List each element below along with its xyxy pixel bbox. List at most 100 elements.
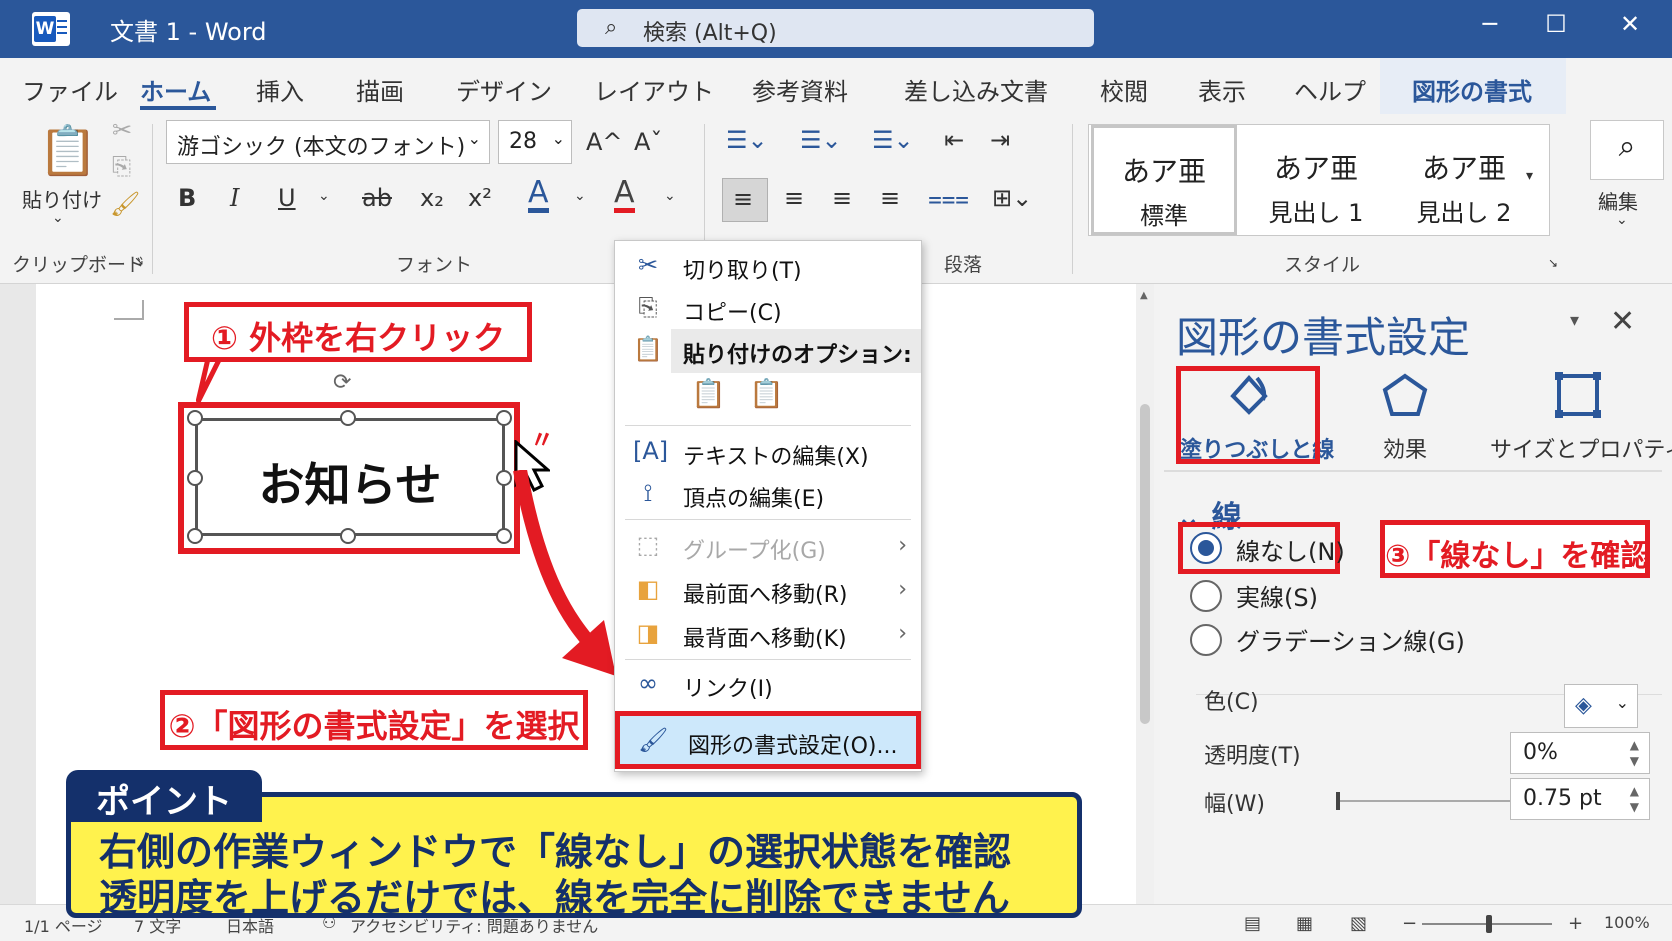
zoom-out-icon[interactable]: − <box>1402 913 1417 934</box>
gradient-line-radio[interactable] <box>1190 624 1222 656</box>
font-color-button[interactable]: A <box>614 178 635 213</box>
numbering-icon[interactable]: ☰⌄ <box>800 126 842 154</box>
underline-button[interactable]: U <box>278 184 296 212</box>
tab-view[interactable]: 表示 <box>1198 72 1246 107</box>
cut-icon[interactable]: ✂ <box>112 116 132 144</box>
solid-line-label[interactable]: 実線(S) <box>1236 578 1318 613</box>
tab-mailings[interactable]: 差し込み文書 <box>904 72 1048 107</box>
strikethrough-button[interactable]: ab <box>362 184 392 212</box>
resize-handle[interactable] <box>496 410 512 426</box>
solid-line-radio[interactable] <box>1190 580 1222 612</box>
paste-picture-icon[interactable]: 📋 <box>749 377 784 410</box>
search-box[interactable]: ⌕ 検索 (Alt+Q) <box>577 9 1094 47</box>
decrease-indent-icon[interactable]: ⇤ <box>944 126 964 154</box>
editing-label[interactable]: 編集 <box>1598 186 1638 215</box>
line-color-button[interactable]: ◈ ⌄ <box>1564 684 1638 728</box>
menu-item-bring-front[interactable]: ◧ 最前面へ移動(R) › <box>615 569 921 613</box>
menu-item-edit-text[interactable]: [A] テキストの編集(X) <box>615 431 921 475</box>
align-left-button[interactable]: ≡ <box>722 178 768 222</box>
font-name-combo[interactable]: 游ゴシック (本文のフォント) ⌄ <box>166 120 490 164</box>
tab-review[interactable]: 校閲 <box>1100 72 1148 107</box>
scrollbar-thumb[interactable] <box>1140 404 1150 724</box>
rotate-handle-icon[interactable]: ⟳ <box>333 370 351 395</box>
scroll-up-icon[interactable]: ▲ <box>1140 290 1148 301</box>
resize-handle[interactable] <box>340 410 356 426</box>
paste-keep-format-icon[interactable]: 📋 <box>691 377 726 410</box>
minimize-button[interactable]: ─ <box>1470 10 1510 38</box>
dialog-launcher-icon[interactable]: ↘ <box>1548 256 1558 270</box>
width-input[interactable]: 0.75 pt ▲ ▼ <box>1510 778 1650 820</box>
menu-item-link[interactable]: ∞ リンク(I) <box>615 663 921 707</box>
superscript-button[interactable]: x² <box>468 184 492 212</box>
menu-item-format-shape[interactable]: 🖌 図形の書式設定(O)... <box>615 711 921 769</box>
print-layout-icon[interactable]: ▦ <box>1296 913 1313 934</box>
multilevel-list-icon[interactable]: ☰⌄ <box>872 126 914 154</box>
tab-layout[interactable]: レイアウト <box>594 72 714 107</box>
style-heading-1[interactable]: あア亜 見出し 1 <box>1243 125 1389 235</box>
tab-effects[interactable]: 効果 <box>1350 370 1460 464</box>
transparency-slider-thumb[interactable] <box>1336 792 1340 810</box>
dialog-launcher-icon[interactable]: ↘ <box>134 254 144 268</box>
resize-handle[interactable] <box>340 528 356 544</box>
gallery-more-icon[interactable]: ▾ <box>1526 168 1533 184</box>
bullets-icon[interactable]: ☰⌄ <box>726 126 768 154</box>
pane-options-icon[interactable]: ▾ <box>1570 310 1579 331</box>
spinner-arrows-icon[interactable]: ▲ ▼ <box>1630 783 1639 815</box>
tab-home[interactable]: ホーム <box>140 72 211 107</box>
tab-shape-format[interactable]: 図形の書式 <box>1412 72 1532 107</box>
zoom-in-icon[interactable]: + <box>1568 913 1583 934</box>
zoom-slider-thumb[interactable] <box>1486 915 1492 933</box>
close-icon[interactable]: ✕ <box>1610 304 1635 339</box>
tab-file[interactable]: ファイル <box>22 72 118 107</box>
tab-draw[interactable]: 描画 <box>356 72 404 107</box>
resize-handle[interactable] <box>187 470 203 486</box>
tab-help[interactable]: ヘルプ <box>1294 72 1366 107</box>
editing-button[interactable]: ⌕ <box>1590 120 1664 180</box>
format-painter-icon[interactable]: 🖌 <box>110 190 140 218</box>
grow-font-icon[interactable]: A^ <box>586 128 623 156</box>
close-button[interactable]: ✕ <box>1610 10 1650 38</box>
chevron-down-icon[interactable]: ⌄ <box>318 188 330 204</box>
paste-label[interactable]: 貼り付け <box>22 184 102 213</box>
menu-item-cut[interactable]: ✂ 切り取り(T) <box>615 245 921 289</box>
no-line-label[interactable]: 線なし(N) <box>1236 532 1345 567</box>
style-heading-2[interactable]: あア亜 見出し 2 <box>1391 125 1537 235</box>
shape-text[interactable]: お知らせ <box>198 449 502 515</box>
increase-indent-icon[interactable]: ⇥ <box>990 126 1010 154</box>
chevron-down-icon[interactable]: ⌄ <box>574 188 586 204</box>
tab-size-properties[interactable]: サイズとプロパティ <box>1490 370 1672 464</box>
menu-item-send-back[interactable]: ◨ 最背面へ移動(K) › <box>615 613 921 657</box>
distribute-icon[interactable]: ⩶ <box>928 184 969 212</box>
style-normal[interactable]: あア亜 標準 <box>1091 125 1237 235</box>
no-line-radio[interactable] <box>1190 532 1222 564</box>
maximize-button[interactable]: ☐ <box>1536 10 1576 38</box>
paste-dropdown-icon[interactable]: ⌄ <box>52 210 64 226</box>
resize-handle[interactable] <box>187 410 203 426</box>
align-right-icon[interactable]: ≡ <box>832 184 852 212</box>
chevron-down-icon[interactable]: ⌄ <box>1616 212 1628 228</box>
web-layout-icon[interactable]: ▧ <box>1350 913 1367 934</box>
subscript-button[interactable]: x₂ <box>420 184 444 212</box>
resize-handle[interactable] <box>187 528 203 544</box>
justify-icon[interactable]: ≡ <box>880 184 900 212</box>
font-size-combo[interactable]: 28 ⌄ <box>498 120 572 164</box>
tab-design[interactable]: デザイン <box>456 72 552 107</box>
shrink-font-icon[interactable]: Aˇ <box>634 128 662 156</box>
tab-references[interactable]: 参考資料 <box>752 72 848 107</box>
vertical-scrollbar[interactable]: ▲ <box>1136 284 1154 904</box>
paste-icon[interactable]: 📋 <box>38 122 98 179</box>
gradient-line-label[interactable]: グラデーション線(G) <box>1236 622 1465 657</box>
borders-icon[interactable]: ⊞⌄ <box>992 184 1032 212</box>
align-center-icon[interactable]: ≡ <box>784 184 804 212</box>
italic-button[interactable]: I <box>230 184 239 212</box>
copy-icon[interactable]: ⎘ <box>112 152 131 180</box>
bold-button[interactable]: B <box>178 184 196 212</box>
transparency-input[interactable]: 0% ▲ ▼ <box>1510 732 1650 774</box>
menu-item-copy[interactable]: ⎘ コピー(C) <box>615 287 921 331</box>
spinner-arrows-icon[interactable]: ▲ ▼ <box>1630 737 1639 769</box>
highlight-color-button[interactable]: A <box>528 178 549 213</box>
zoom-level[interactable]: 100% <box>1604 913 1650 932</box>
read-mode-icon[interactable]: ▤ <box>1244 913 1261 934</box>
chevron-down-icon[interactable]: ⌄ <box>664 188 676 204</box>
text-box-shape[interactable]: お知らせ <box>195 418 505 536</box>
